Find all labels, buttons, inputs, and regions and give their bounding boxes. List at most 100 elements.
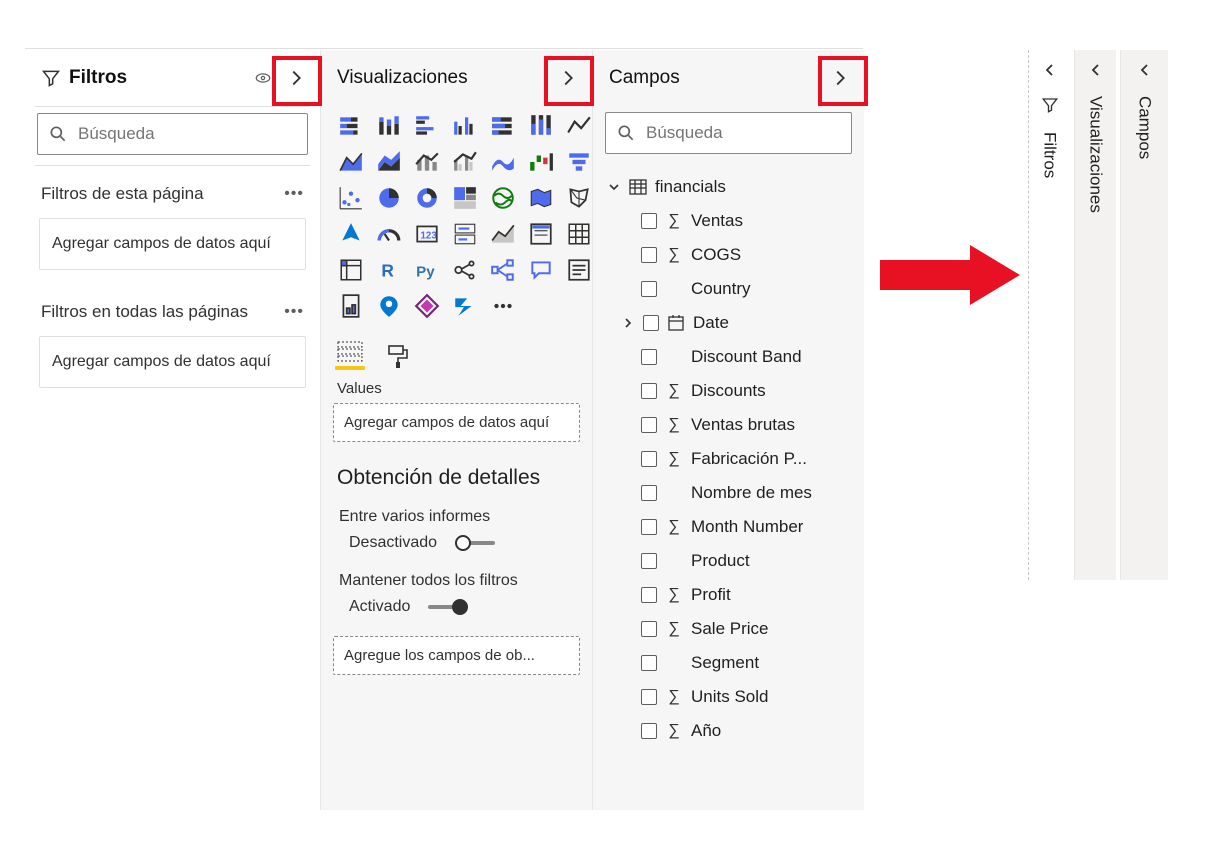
checkbox[interactable] (641, 553, 657, 569)
table-node-financials[interactable]: financials (603, 170, 860, 204)
field-a-o[interactable]: ∑Año (603, 714, 860, 748)
checkbox[interactable] (641, 689, 657, 705)
viz-clustered-bar-icon[interactable] (411, 110, 443, 142)
viz-pie-icon[interactable] (373, 182, 405, 214)
viz-slicer-icon[interactable] (525, 218, 557, 250)
page-filters-dropwell[interactable]: Agregar campos de datos aquí (39, 218, 306, 270)
viz-map-icon[interactable] (487, 182, 519, 214)
all-pages-filters-dropwell[interactable]: Agregar campos de datos aquí (39, 336, 306, 388)
field-discount-band[interactable]: Discount Band (603, 340, 860, 374)
collapsed-viz-tab[interactable]: Visualizaciones (1074, 50, 1116, 580)
chevron-left-icon[interactable] (1137, 62, 1153, 78)
viz-power-automate-icon[interactable] (449, 290, 481, 322)
ellipsis-icon[interactable]: ••• (284, 303, 304, 321)
checkbox[interactable] (641, 723, 657, 739)
collapsed-filters-tab[interactable]: Filtros (1028, 50, 1070, 580)
field-profit[interactable]: ∑Profit (603, 578, 860, 612)
viz-matrix-icon[interactable] (335, 254, 367, 286)
viz-area-chart-icon[interactable] (335, 146, 367, 178)
checkbox[interactable] (641, 383, 657, 399)
field-cogs[interactable]: ∑COGS (603, 238, 860, 272)
viz-ribbon-chart-icon[interactable] (487, 146, 519, 178)
viz-gauge-icon[interactable] (373, 218, 405, 250)
cross-report-toggle[interactable] (455, 535, 499, 551)
field-name: Discounts (691, 381, 766, 401)
checkbox[interactable] (641, 621, 657, 637)
viz-decomposition-tree-icon[interactable] (487, 254, 519, 286)
viz-card-icon[interactable]: 123 (411, 218, 443, 250)
viz-smart-narrative-icon[interactable] (563, 254, 595, 286)
viz-donut-icon[interactable] (411, 182, 443, 214)
viz-funnel-icon[interactable] (563, 146, 595, 178)
keep-all-filters-toggle[interactable] (428, 599, 472, 615)
checkbox[interactable] (641, 213, 657, 229)
viz-line-chart-icon[interactable] (563, 110, 595, 142)
chevron-left-icon[interactable] (1042, 62, 1058, 78)
field-sale-price[interactable]: ∑Sale Price (603, 612, 860, 646)
viz-stacked-bar-icon[interactable] (335, 110, 367, 142)
filters-collapse-button[interactable] (282, 64, 310, 92)
viz-waterfall-icon[interactable] (525, 146, 557, 178)
field-product[interactable]: Product (603, 544, 860, 578)
fields-collapse-button[interactable] (826, 64, 854, 92)
filters-search-input[interactable] (76, 123, 297, 145)
field-ventas[interactable]: ∑Ventas (603, 204, 860, 238)
viz-clustered-column-icon[interactable] (449, 110, 481, 142)
checkbox[interactable] (641, 247, 657, 263)
viz-qna-icon[interactable] (525, 254, 557, 286)
viz-scatter-icon[interactable] (335, 182, 367, 214)
viz-stacked-column-icon[interactable] (373, 110, 405, 142)
viz-treemap-icon[interactable] (449, 182, 481, 214)
viz-collapse-button[interactable] (554, 64, 582, 92)
field-nombre-de-mes[interactable]: Nombre de mes (603, 476, 860, 510)
fields-search[interactable] (605, 112, 852, 154)
viz-python-visual-icon[interactable]: Py (411, 254, 443, 286)
field-segment[interactable]: Segment (603, 646, 860, 680)
field-units-sold[interactable]: ∑Units Sold (603, 680, 860, 714)
viz-table-icon[interactable] (563, 218, 595, 250)
ellipsis-icon[interactable]: ••• (284, 185, 304, 203)
viz-azure-map-icon[interactable] (335, 218, 367, 250)
viz-arcgis-icon[interactable] (373, 290, 405, 322)
viz-stacked-area-icon[interactable] (373, 146, 405, 178)
viz-multi-row-card-icon[interactable] (449, 218, 481, 250)
field-date[interactable]: Date (603, 306, 860, 340)
svg-text:123: 123 (421, 230, 438, 241)
checkbox[interactable] (641, 281, 657, 297)
checkbox[interactable] (641, 349, 657, 365)
field-ventas-brutas[interactable]: ∑Ventas brutas (603, 408, 860, 442)
checkbox[interactable] (641, 451, 657, 467)
viz-powerapps-icon[interactable] (411, 290, 443, 322)
filters-search[interactable] (37, 113, 308, 155)
viz-100-stacked-bar-icon[interactable] (487, 110, 519, 142)
viz-filled-map-icon[interactable] (525, 182, 557, 214)
checkbox[interactable] (641, 485, 657, 501)
tab-format[interactable] (387, 344, 409, 370)
viz-100-stacked-column-icon[interactable] (525, 110, 557, 142)
checkbox[interactable] (641, 587, 657, 603)
checkbox[interactable] (641, 417, 657, 433)
field-discounts[interactable]: ∑Discounts (603, 374, 860, 408)
collapsed-fields-tab[interactable]: Campos (1120, 50, 1168, 580)
viz-line-clustered-column-icon[interactable] (449, 146, 481, 178)
checkbox[interactable] (641, 655, 657, 671)
viz-more-icon[interactable] (487, 290, 519, 322)
tab-fields[interactable] (335, 340, 365, 370)
eye-icon[interactable] (254, 69, 272, 87)
viz-shape-map-icon[interactable] (563, 182, 595, 214)
viz-line-stacked-column-icon[interactable] (411, 146, 443, 178)
fields-tab-icon (336, 340, 364, 362)
fields-search-input[interactable] (644, 122, 841, 144)
checkbox[interactable] (641, 519, 657, 535)
viz-kpi-icon[interactable] (487, 218, 519, 250)
viz-key-influencers-icon[interactable] (449, 254, 481, 286)
chevron-left-icon[interactable] (1088, 62, 1104, 78)
viz-paginated-report-icon[interactable] (335, 290, 367, 322)
drillthrough-dropwell[interactable]: Agregue los campos de ob... (333, 636, 580, 675)
values-dropwell[interactable]: Agregar campos de datos aquí (333, 403, 580, 442)
field-fabricaci-n-p-[interactable]: ∑Fabricación P... (603, 442, 860, 476)
field-country[interactable]: Country (603, 272, 860, 306)
field-month-number[interactable]: ∑Month Number (603, 510, 860, 544)
viz-r-visual-icon[interactable]: R (373, 254, 405, 286)
checkbox[interactable] (643, 315, 659, 331)
